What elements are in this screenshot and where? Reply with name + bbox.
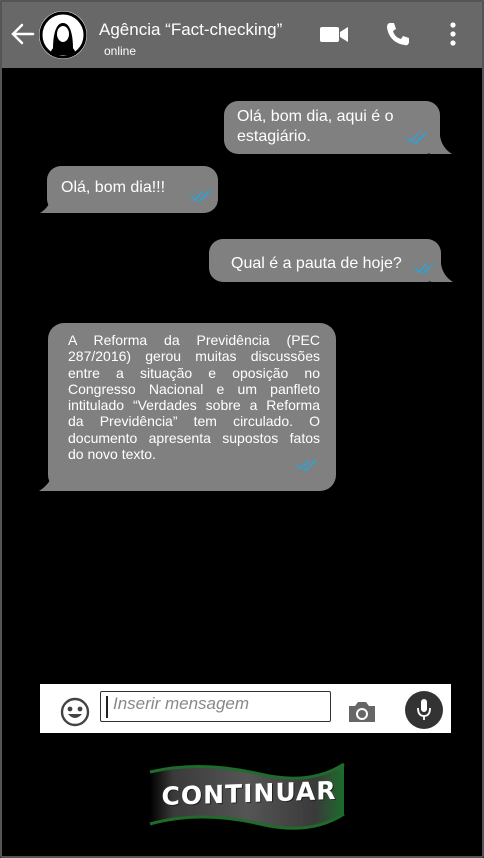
message-bubble-received: Olá, bom dia!!! (47, 166, 218, 213)
message-text: Qual é a pauta de hoje? (231, 255, 402, 272)
message-input-placeholder: Inserir mensagem (113, 694, 250, 713)
emoji-icon[interactable] (60, 697, 90, 727)
chat-header: Agência “Fact-checking” online (0, 0, 484, 68)
video-call-icon[interactable] (319, 20, 349, 48)
message-bubble-received: A Reforma da Previdência (PEC 287/2016) … (48, 323, 336, 491)
double-check-icon (190, 190, 211, 202)
text-cursor (106, 696, 108, 718)
message-line: Congresso Nacional e um panfleto (68, 380, 320, 397)
phone-icon[interactable] (384, 20, 412, 48)
message-line: documento apresenta supostos fatos (68, 429, 320, 446)
camera-icon[interactable] (346, 699, 378, 725)
back-arrow-icon[interactable] (9, 20, 37, 48)
message-text: estagiário. (237, 128, 311, 145)
message-text-block: A Reforma da Previdência (PEC 287/2016) … (68, 332, 320, 462)
message-line: entre a situação e oposição no (68, 364, 320, 381)
message-line: da Previdência” tem circulado. O (68, 413, 320, 430)
bubble-tail (431, 264, 453, 282)
message-line: 287/2016) gerou muitas discussões (68, 348, 320, 365)
message-text: Olá, bom dia, aqui é o (237, 108, 394, 125)
message-line: do novo texto. (68, 446, 156, 463)
avatar[interactable] (39, 11, 87, 59)
message-line: intitulado “Verdades sobre a Reforma (68, 397, 320, 414)
avatar-woman-icon (39, 11, 87, 59)
message-input[interactable]: Inserir mensagem (100, 691, 331, 722)
message-line: A Reforma da Previdência (PEC (68, 332, 320, 348)
microphone-icon (417, 699, 431, 720)
more-vertical-icon[interactable] (446, 20, 460, 48)
message-text: Olá, bom dia!!! (61, 179, 166, 196)
double-check-icon (406, 132, 427, 144)
bubble-tail (39, 469, 64, 491)
message-bubble-sent: Qual é a pauta de hoje? (209, 239, 441, 282)
contact-name[interactable]: Agência “Fact-checking” (99, 20, 282, 40)
message-bubble-sent: Olá, bom dia, aqui é o estagiário. (224, 101, 440, 154)
microphone-button[interactable] (405, 691, 443, 729)
double-check-icon (296, 459, 317, 471)
bubble-tail (430, 136, 452, 154)
bubble-tail (40, 195, 62, 213)
contact-status: online (104, 44, 137, 58)
